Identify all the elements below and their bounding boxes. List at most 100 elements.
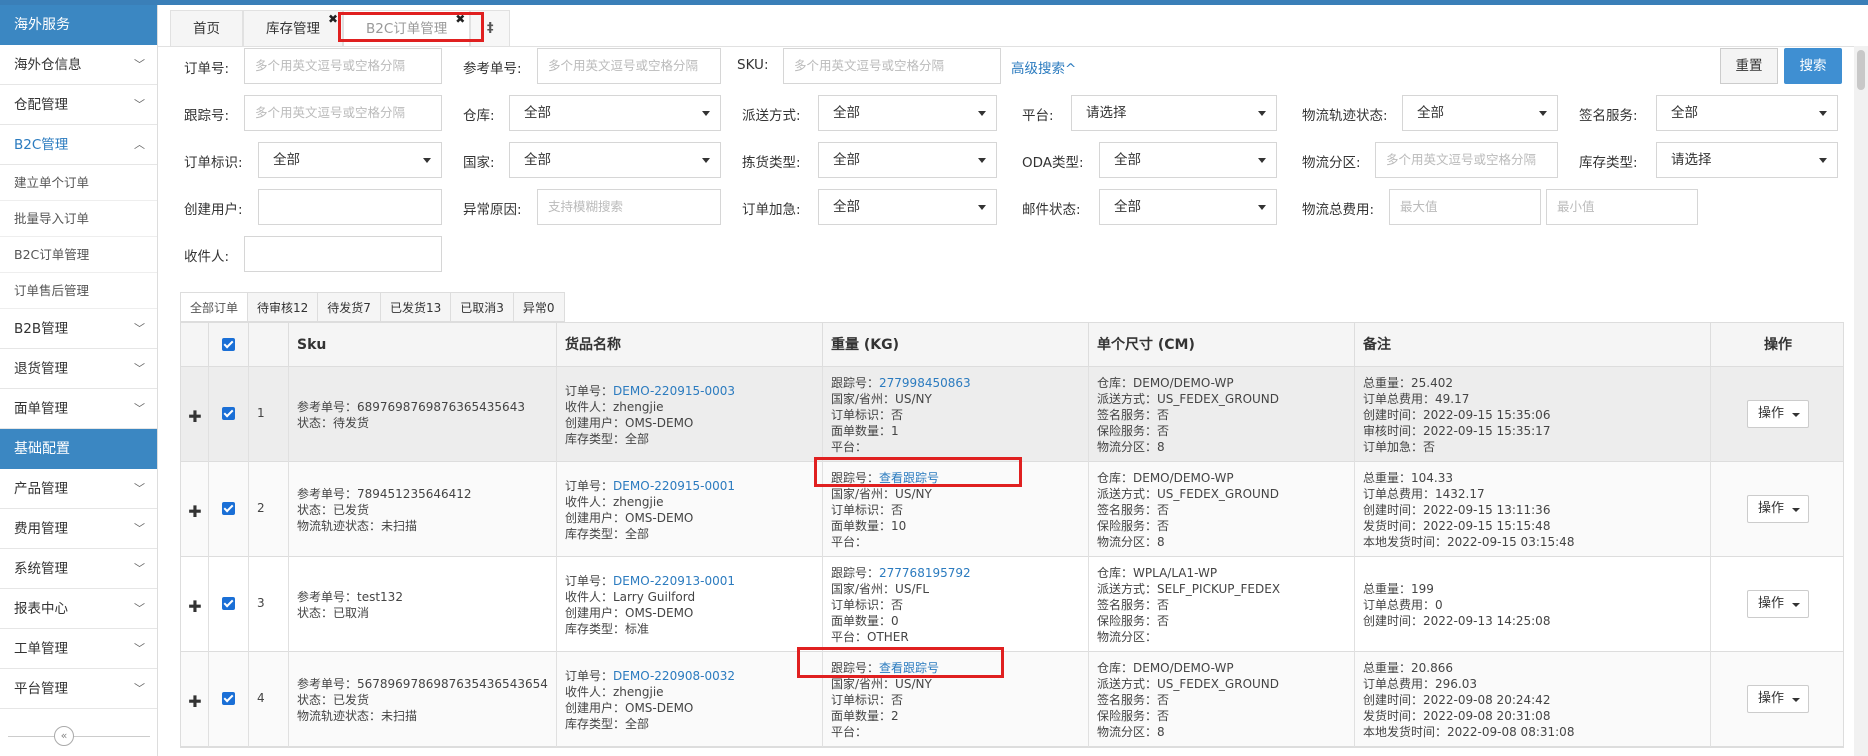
receiver-input[interactable] xyxy=(244,236,442,272)
row-action-button[interactable]: 操作 xyxy=(1747,590,1809,618)
tracking-input[interactable]: 多个用英文逗号或空格分隔 xyxy=(244,95,442,131)
order-flag-select[interactable]: 全部 xyxy=(258,142,442,178)
total-fee-max-input[interactable]: 最大值 xyxy=(1389,189,1541,225)
sidebar-sub-create-order[interactable]: 建立单个订单 xyxy=(0,165,157,201)
cell-goods: 订单号：DEMO-220913-0001 收件人：Larry Guilford 创建… xyxy=(557,557,823,652)
signature-select[interactable]: 全部 xyxy=(1656,95,1838,131)
sidebar-item-platforms[interactable]: 平台管理 ﹀ xyxy=(0,669,157,709)
row-action-button[interactable]: 操作 xyxy=(1747,685,1809,713)
sidebar-item-b2b[interactable]: B2B管理 ﹀ xyxy=(0,309,157,349)
total-fee-min-input[interactable]: 最小值 xyxy=(1546,189,1698,225)
scrollbar-thumb[interactable] xyxy=(1857,50,1865,90)
warehouse-select[interactable]: 全部 xyxy=(509,95,721,131)
cell-expand xyxy=(181,652,209,747)
sidebar-item-fulfillment[interactable]: 仓配管理 ﹀ xyxy=(0,85,157,125)
sku-input[interactable]: 多个用英文逗号或空格分隔 xyxy=(783,48,1001,84)
sidebar-item-fees[interactable]: 费用管理 ﹀ xyxy=(0,509,157,549)
mail-status-select[interactable]: 全部 xyxy=(1099,189,1277,225)
cell-goods: 订单号：DEMO-220915-0003 收件人：zhengjie 创建用户：OMS… xyxy=(557,367,823,462)
zone-label: 物流分区: xyxy=(1302,155,1361,171)
cell-index xyxy=(249,557,289,652)
select-all-checkbox[interactable] xyxy=(222,338,235,351)
sidebar-sub-b2c-orders[interactable]: B2C订单管理 xyxy=(0,237,157,273)
sidebar-item-labels[interactable]: 面单管理 ﹀ xyxy=(0,389,157,429)
header-sku: Sku xyxy=(289,323,557,367)
cell-expand xyxy=(181,462,209,557)
status-tab-exception[interactable]: 异常0 xyxy=(513,292,565,322)
chevron-down-icon: ﹀ xyxy=(134,482,145,495)
tracking-no-link[interactable]: 277998450863 xyxy=(879,376,971,390)
total-fee-label: 物流总费用: xyxy=(1302,202,1375,218)
close-icon[interactable]: ✖ xyxy=(328,1,338,37)
table-row: ✚ 4 参考单号：5678969786987635436543654 状态：已发货… xyxy=(181,652,1843,747)
sku-label: SKU: xyxy=(737,57,769,73)
urgent-select[interactable]: 全部 xyxy=(818,189,997,225)
country-select[interactable]: 全部 xyxy=(509,142,721,178)
country-label: 国家: xyxy=(463,155,495,171)
caret-down-icon xyxy=(978,111,986,116)
header-expand xyxy=(181,323,209,367)
sidebar-collapse: « xyxy=(0,716,158,756)
sidebar: 海外服务 海外仓信息 ﹀ 仓配管理 ﹀ B2C管理 ︿ 建立单个订单 批量导入订单 B… xyxy=(0,5,158,756)
tab-inventory[interactable]: 库存管理 ✖ xyxy=(243,10,343,46)
oda-type-select[interactable]: 全部 xyxy=(1099,142,1277,178)
pick-type-select[interactable]: 全部 xyxy=(818,142,997,178)
exception-label: 异常原因: xyxy=(463,202,522,218)
sidebar-item-reports[interactable]: 报表中心 ﹀ xyxy=(0,589,157,629)
track-status-select[interactable]: 全部 xyxy=(1402,95,1558,131)
vertical-scrollbar[interactable] xyxy=(1854,46,1868,756)
sidebar-item-system[interactable]: 系统管理 ﹀ xyxy=(0,549,157,589)
order-no-label: 订单号: xyxy=(184,61,230,77)
cell-check xyxy=(209,557,249,652)
status-tab-shipped[interactable]: 已发货13 xyxy=(380,292,452,322)
platform-label: 平台: xyxy=(1022,108,1054,124)
sidebar-sub-after-sale[interactable]: 订单售后管理 xyxy=(0,273,157,309)
mail-status-label: 邮件状态: xyxy=(1022,202,1081,218)
exception-input[interactable]: 支持模糊搜索 xyxy=(537,189,721,225)
urgent-label: 订单加急: xyxy=(742,202,801,218)
order-no-link[interactable]: DEMO-220913-0001 xyxy=(613,574,735,588)
caret-down-icon xyxy=(702,111,710,116)
tab-home[interactable]: 首页 xyxy=(170,10,243,46)
reset-button[interactable]: 重置 xyxy=(1720,48,1778,84)
status-tab-pending-ship[interactable]: 待发货7 xyxy=(318,292,381,322)
sidebar-item-tickets[interactable]: 工单管理 ﹀ xyxy=(0,629,157,669)
stock-type-select[interactable]: 请选择 xyxy=(1656,142,1838,178)
platform-select[interactable]: 请选择 xyxy=(1071,95,1277,131)
order-no-link[interactable]: DEMO-220915-0003 xyxy=(613,384,735,398)
sidebar-item-b2c[interactable]: B2C管理 ︿ xyxy=(0,125,157,165)
search-button[interactable]: 搜索 xyxy=(1784,48,1842,84)
row-action-button[interactable]: 操作 xyxy=(1747,400,1809,428)
signature-label: 签名服务: xyxy=(1579,108,1638,124)
sidebar-sub-batch-import[interactable]: 批量导入订单 xyxy=(0,201,157,237)
order-no-link[interactable]: DEMO-220908-0032 xyxy=(613,669,735,683)
caret-down-icon xyxy=(1792,603,1800,607)
zone-input[interactable]: 多个用英文逗号或空格分隔 xyxy=(1375,142,1558,178)
status-tab-pending-review[interactable]: 待审核12 xyxy=(248,292,319,322)
cell-index xyxy=(249,367,289,462)
delivery-label: 派送方式: xyxy=(742,108,801,124)
cell-expand xyxy=(181,367,209,462)
status-tab-all[interactable]: 全部订单 xyxy=(180,292,249,322)
chevron-down-icon: ﹀ xyxy=(134,642,145,655)
sidebar-item-overseas-warehouse[interactable]: 海外仓信息 ﹀ xyxy=(0,45,157,85)
cell-size: 仓库：WPLA/LA1-WP 派送方式：SELF_PICKUP_FEDEX 签名服务… xyxy=(1089,557,1355,652)
order-no-input[interactable]: 多个用英文逗号或空格分隔 xyxy=(244,48,442,84)
chevron-down-icon: ﹀ xyxy=(134,562,145,575)
chevron-up-icon: ︿ xyxy=(134,138,145,151)
row-action-button[interactable]: 操作 xyxy=(1747,495,1809,523)
status-tab-cancelled[interactable]: 已取消3 xyxy=(451,292,514,322)
order-no-link[interactable]: DEMO-220915-0001 xyxy=(613,479,735,493)
caret-down-icon xyxy=(1792,698,1800,702)
oda-type-label: ODA类型: xyxy=(1022,155,1084,171)
sidebar-item-returns[interactable]: 退货管理 ﹀ xyxy=(0,349,157,389)
collapse-icon[interactable]: « xyxy=(54,726,74,746)
ref-no-input[interactable]: 多个用英文逗号或空格分隔 xyxy=(537,48,721,84)
tracking-no-link[interactable]: 277768195792 xyxy=(879,566,971,580)
creator-input[interactable] xyxy=(258,189,442,225)
cell-remark: 总重量：199 订单总费用：0 创建时间：2022-09-13 14:25:08 xyxy=(1355,557,1711,652)
advanced-search-link[interactable]: 高级搜索^ xyxy=(1011,57,1076,77)
sidebar-item-products[interactable]: 产品管理 ﹀ xyxy=(0,469,157,509)
chevron-down-icon: ﹀ xyxy=(134,602,145,615)
delivery-select[interactable]: 全部 xyxy=(818,95,997,131)
